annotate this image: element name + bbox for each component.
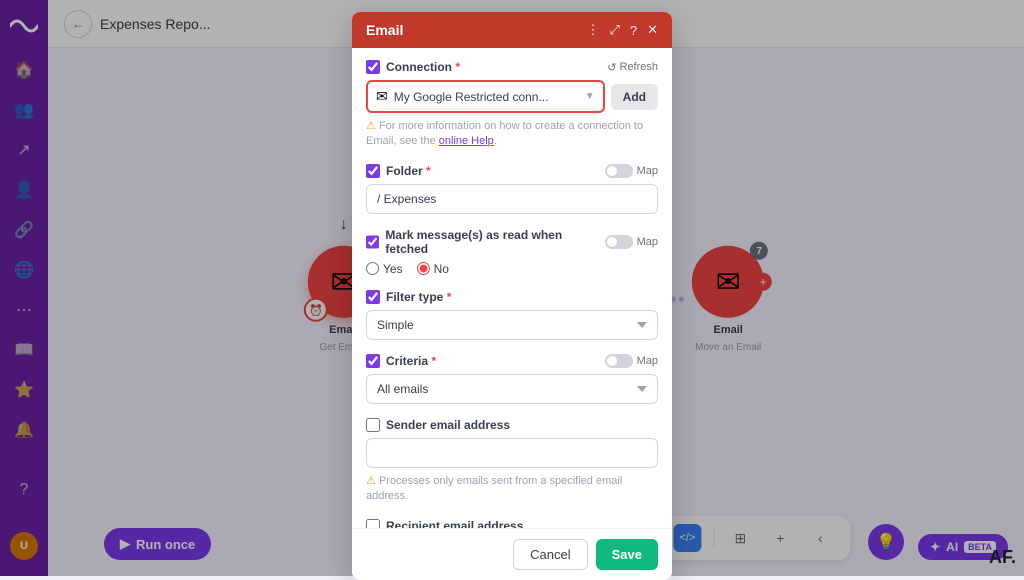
required-mark-3: * [443,290,451,304]
recipient-header-row: Recipient email address [366,519,658,528]
filter-type-select[interactable]: Simple Complex [366,310,658,340]
mark-read-header-row: Mark message(s) as read when fetched Map [366,228,658,256]
connection-section: Connection * ↺ Refresh ✉ My Google Restr… [366,60,658,150]
radio-row: Yes No [366,262,658,276]
radio-no[interactable]: No [417,262,449,276]
email-conn-icon: ✉ [376,88,388,105]
connection-value: My Google Restricted conn... [394,90,579,104]
modal-help-icon[interactable]: ? [630,23,637,38]
modal-body: Connection * ↺ Refresh ✉ My Google Restr… [352,48,672,528]
sender-info-text: ⚠ Processes only emails sent from a spec… [366,474,658,505]
sender-section: Sender email address ⚠ Processes only em… [366,418,658,505]
modal-footer: Cancel Save [352,528,672,580]
email-modal: Email ⋮ ⤢ ? ✕ Connection * ↺ Refresh [352,12,672,580]
folder-input[interactable] [366,184,658,214]
mark-read-section: Mark message(s) as read when fetched Map… [366,228,658,276]
criteria-header-row: Criteria * Map [366,354,658,368]
connection-label: Connection * [386,60,460,74]
sender-header-row: Sender email address [366,418,658,432]
modal-header-icons: ⋮ ⤢ ? ✕ [586,22,658,38]
mark-read-map-toggle[interactable] [605,235,633,249]
modal-header: Email ⋮ ⤢ ? ✕ [352,12,672,48]
recipient-checkbox[interactable] [366,519,380,528]
folder-checkbox[interactable] [366,164,380,178]
connection-header-row: Connection * ↺ Refresh [366,60,658,74]
folder-section: Folder * Map [366,164,658,214]
modal-menu-icon[interactable]: ⋮ [586,22,599,38]
filter-type-header-row: Filter type * [366,290,658,304]
mark-read-checkbox[interactable] [366,235,379,249]
radio-yes[interactable]: Yes [366,262,403,276]
map-label-criteria: Map [637,355,658,367]
folder-map-toggle[interactable] [605,164,633,178]
sender-label: Sender email address [386,418,510,432]
sender-email-input[interactable] [366,438,658,468]
refresh-button[interactable]: ↺ Refresh [607,61,658,74]
criteria-map-toggle[interactable] [605,354,633,368]
recipient-section: Recipient email address ⚠ Processes only… [366,519,658,528]
info-icon: ⚠ [366,120,376,132]
required-mark-4: * [428,354,436,368]
folder-label: Folder * [386,164,431,178]
connection-select-wrapper: ✉ My Google Restricted conn... ▼ Add [366,80,658,113]
connection-arrow-icon: ▼ [585,91,595,102]
map-toggle-folder: Map [605,164,658,178]
radio-no-input[interactable] [417,262,430,275]
add-connection-button[interactable]: Add [611,84,658,110]
criteria-checkbox[interactable] [366,354,380,368]
connection-select[interactable]: ✉ My Google Restricted conn... ▼ [366,80,605,113]
modal-expand-icon[interactable]: ⤢ [609,22,619,38]
sender-info-icon: ⚠ [366,475,376,487]
required-mark: * [452,60,460,74]
save-button[interactable]: Save [596,539,658,570]
map-label-mark-read: Map [637,236,658,248]
radio-yes-input[interactable] [366,262,379,275]
filter-type-section: Filter type * Simple Complex [366,290,658,340]
map-toggle-mark-read: Map [605,235,658,249]
filter-type-label: Filter type * [386,290,451,304]
recipient-label: Recipient email address [386,519,523,528]
connection-checkbox[interactable] [366,60,380,74]
required-mark-2: * [423,164,431,178]
modal-title: Email [366,22,403,38]
folder-header-row: Folder * Map [366,164,658,178]
modal-close-icon[interactable]: ✕ [647,22,658,38]
online-help-link[interactable]: online Help [439,135,494,147]
criteria-select[interactable]: All emails From specific sender To speci… [366,374,658,404]
modal-overlay: Email ⋮ ⤢ ? ✕ Connection * ↺ Refresh [0,0,1024,576]
criteria-section: Criteria * Map All emails From specific … [366,354,658,404]
criteria-label: Criteria * [386,354,436,368]
map-label-folder: Map [637,165,658,177]
connection-info-text: ⚠ For more information on how to create … [366,119,658,150]
mark-read-label: Mark message(s) as read when fetched [385,228,598,256]
map-toggle-criteria: Map [605,354,658,368]
filter-type-checkbox[interactable] [366,290,380,304]
sender-checkbox[interactable] [366,418,380,432]
cancel-button[interactable]: Cancel [513,539,587,570]
